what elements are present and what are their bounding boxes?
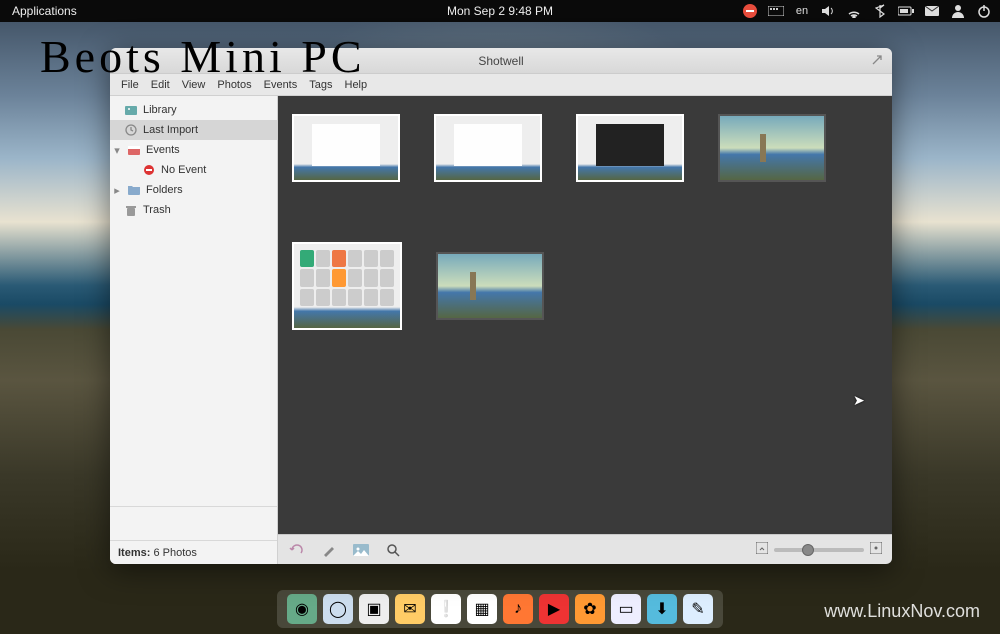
dock-calendar[interactable]: ▦	[467, 594, 497, 624]
sidebar-extra-pane	[110, 506, 277, 540]
status-prefix: Items:	[118, 547, 150, 559]
thumbnail-grid: ➤	[278, 96, 892, 534]
bottom-toolbar	[278, 534, 892, 564]
network-icon[interactable]	[846, 3, 862, 19]
power-icon[interactable]	[976, 3, 992, 19]
menu-tags[interactable]: Tags	[304, 77, 337, 93]
photo-thumbnail[interactable]	[576, 114, 684, 182]
sidebar-item-trash[interactable]: Trash	[110, 200, 277, 220]
system-tray: en	[742, 3, 992, 19]
battery-icon[interactable]	[898, 3, 914, 19]
dock-files[interactable]: ▣	[359, 594, 389, 624]
sidebar-item-label: Last Import	[143, 124, 198, 136]
library-icon	[124, 103, 138, 117]
sidebar-item-no-event[interactable]: No Event	[110, 160, 277, 180]
applications-menu[interactable]: Applications	[12, 4, 77, 18]
menu-file[interactable]: File	[116, 77, 144, 93]
photo-thumbnail[interactable]	[434, 114, 542, 182]
dock-notes[interactable]: ❕	[431, 594, 461, 624]
photo-thumbnail[interactable]	[292, 114, 400, 182]
dock-music[interactable]: ♪	[503, 594, 533, 624]
find-button[interactable]	[384, 541, 402, 559]
zoom-knob[interactable]	[802, 544, 814, 556]
zoom-out-icon[interactable]	[756, 541, 768, 559]
publish-button[interactable]	[352, 541, 370, 559]
trash-icon	[124, 203, 138, 217]
status-bar: Items: 6 Photos	[110, 540, 277, 564]
clock-icon	[124, 123, 138, 137]
clock[interactable]: Mon Sep 2 9:48 PM	[447, 4, 553, 18]
menu-photos[interactable]: Photos	[212, 77, 256, 93]
dock-web-browser[interactable]: ◉	[287, 594, 317, 624]
dock-chromium[interactable]: ◯	[323, 594, 353, 624]
keyboard-icon[interactable]	[768, 3, 784, 19]
zoom-slider[interactable]	[756, 541, 882, 559]
sidebar-item-folders[interactable]: ▸ Folders	[110, 180, 277, 200]
bluetooth-icon[interactable]	[872, 3, 888, 19]
mail-icon[interactable]	[924, 3, 940, 19]
window-titlebar[interactable]: Shotwell	[110, 48, 892, 74]
enhance-button[interactable]	[320, 541, 338, 559]
window-maximize-button[interactable]	[872, 54, 884, 66]
sidebar-item-label: Events	[146, 144, 180, 156]
user-icon[interactable]	[950, 3, 966, 19]
volume-icon[interactable]	[820, 3, 836, 19]
menu-view[interactable]: View	[177, 77, 211, 93]
events-icon	[127, 143, 141, 157]
sidebar-tree: Library Last Import ▾ Events No Event ▸	[110, 96, 277, 506]
sidebar: Library Last Import ▾ Events No Event ▸	[110, 96, 278, 564]
sidebar-item-label: Folders	[146, 184, 183, 196]
sidebar-item-label: Library	[143, 104, 177, 116]
zoom-in-icon[interactable]	[870, 541, 882, 559]
language-indicator[interactable]: en	[794, 3, 810, 19]
sidebar-item-library[interactable]: Library	[110, 100, 277, 120]
chevron-right-icon[interactable]: ▸	[112, 184, 122, 197]
shotwell-window: Shotwell File Edit View Photos Events Ta…	[110, 48, 892, 564]
status-value: 6 Photos	[153, 547, 196, 559]
menu-events[interactable]: Events	[259, 77, 303, 93]
content-area: ➤	[278, 96, 892, 564]
dock-terminal[interactable]: ▭	[611, 594, 641, 624]
sidebar-item-events[interactable]: ▾ Events	[110, 140, 277, 160]
mouse-cursor: ➤	[853, 392, 865, 409]
no-event-icon	[142, 163, 156, 177]
zoom-track[interactable]	[774, 548, 864, 552]
rotate-button[interactable]	[288, 541, 306, 559]
sidebar-item-label: No Event	[161, 164, 206, 176]
top-panel: Applications Mon Sep 2 9:48 PM en	[0, 0, 1000, 22]
dock-mail[interactable]: ✉	[395, 594, 425, 624]
dock-video[interactable]: ▶	[539, 594, 569, 624]
chevron-down-icon[interactable]: ▾	[112, 144, 122, 157]
dock-downloads[interactable]: ⬇	[647, 594, 677, 624]
photo-thumbnail[interactable]	[292, 242, 402, 330]
sidebar-item-last-import[interactable]: Last Import	[110, 120, 277, 140]
sidebar-item-label: Trash	[143, 204, 171, 216]
notification-icon[interactable]	[742, 3, 758, 19]
menu-help[interactable]: Help	[340, 77, 373, 93]
photo-thumbnail[interactable]	[718, 114, 826, 182]
menubar: File Edit View Photos Events Tags Help	[110, 74, 892, 96]
dock-photos[interactable]: ✿	[575, 594, 605, 624]
window-title: Shotwell	[478, 54, 523, 68]
photo-thumbnail[interactable]	[436, 252, 544, 320]
dock-text-editor[interactable]: ✎	[683, 594, 713, 624]
dock: ◉◯▣✉❕▦♪▶✿▭⬇✎	[277, 590, 723, 628]
menu-edit[interactable]: Edit	[146, 77, 175, 93]
folder-icon	[127, 183, 141, 197]
